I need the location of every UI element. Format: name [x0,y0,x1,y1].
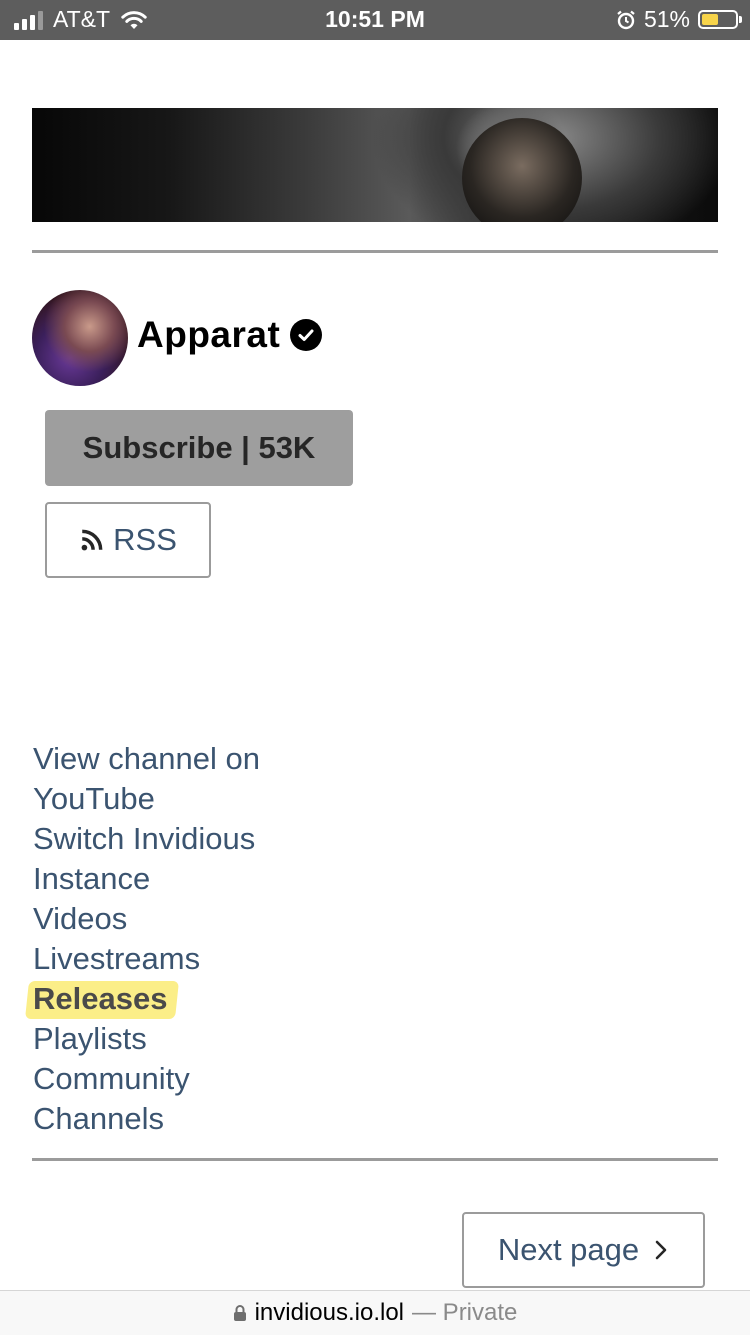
battery-percent: 51% [643,6,690,32]
rss-icon [81,529,103,551]
address-bar[interactable]: invidious.io.lol — Private [0,1290,750,1335]
banner-figure [462,118,582,222]
rss-label: RSS [113,522,177,557]
next-page-label: Next page [497,1232,640,1267]
nav-community[interactable]: Community [33,1059,333,1099]
nav-playlists[interactable]: Playlists [33,1019,333,1059]
battery-icon [698,10,742,29]
private-mode-label: — Private [412,1299,518,1326]
channel-avatar [32,290,128,386]
lock-icon [233,1305,246,1321]
nav-channels[interactable]: Channels [33,1099,333,1139]
switch-instance-link[interactable]: Switch Invidious Instance [33,819,333,899]
nav-livestreams[interactable]: Livestreams [33,939,333,979]
nav-releases[interactable]: Releases [33,979,167,1019]
subscribe-button[interactable]: Subscribe | 53K [45,410,353,486]
status-right: 51% [616,6,742,33]
chevron-right-icon [655,1240,667,1260]
next-page-button[interactable]: Next page [462,1212,705,1288]
url-host: invidious.io.lol [254,1299,405,1326]
alarm-icon [617,10,635,29]
channel-name: Apparat [137,314,281,355]
rss-button[interactable]: RSS [45,502,211,578]
divider-top [32,250,718,253]
status-bar: AT&T 10:51 PM 51% [0,0,750,40]
view-on-youtube-link[interactable]: View channel on YouTube [33,739,333,819]
divider-bottom [32,1158,718,1161]
channel-title: Apparat [137,314,323,356]
channel-nav: View channel on YouTube Switch Invidious… [33,739,333,1139]
battery-fill [702,14,718,25]
verified-check-icon [290,319,323,351]
channel-banner [32,108,718,222]
nav-videos[interactable]: Videos [33,899,333,939]
